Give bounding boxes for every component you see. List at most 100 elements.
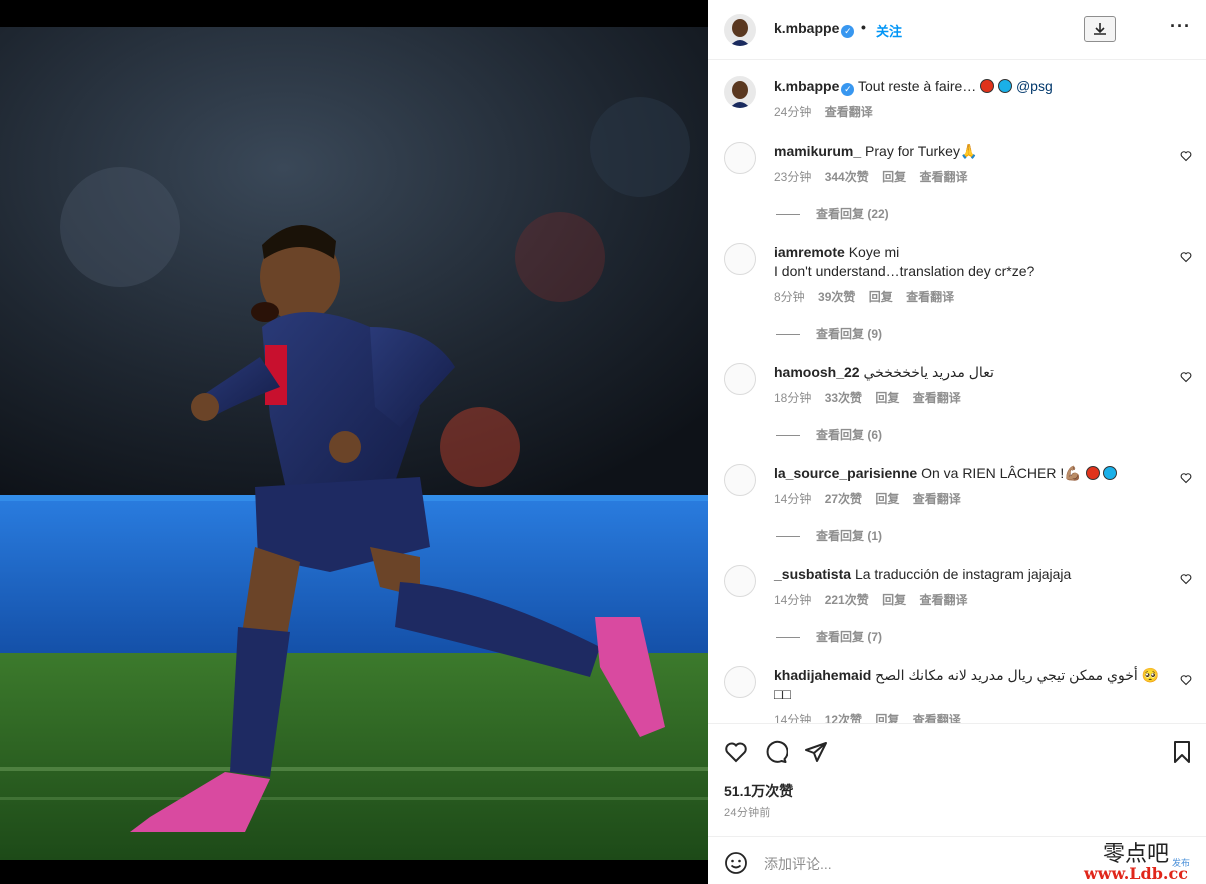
comment-username[interactable]: iamremote: [774, 244, 845, 260]
reply-link[interactable]: 回复: [882, 170, 906, 184]
emoji-smile-icon[interactable]: [724, 851, 748, 875]
download-button[interactable]: [1084, 16, 1116, 42]
comment-time: 18分钟: [774, 391, 812, 405]
comment-bubble-icon[interactable]: [764, 740, 788, 764]
comment-meta: 8分钟 39次赞 回复 查看翻译: [774, 288, 964, 305]
caption-translate-link[interactable]: 查看翻译: [825, 105, 873, 119]
translate-link[interactable]: 查看翻译: [919, 170, 967, 184]
comment-meta: 14分钟 12次赞 回复 查看翻译: [774, 711, 971, 723]
share-paper-plane-icon[interactable]: [804, 740, 828, 764]
translate-link[interactable]: 查看翻译: [913, 492, 961, 506]
replies-line: [776, 536, 800, 538]
caption-meta: 24分钟 查看翻译: [774, 103, 883, 120]
like-heart-icon[interactable]: [724, 740, 748, 764]
like-comment-heart-icon[interactable]: [1180, 150, 1192, 162]
comment-likes[interactable]: 27次赞: [825, 492, 862, 506]
mention-link[interactable]: @psg: [1016, 78, 1053, 94]
like-comment-heart-icon[interactable]: [1180, 674, 1192, 686]
replies-line: [776, 214, 800, 216]
post-time-ago: 24分钟前: [724, 807, 771, 819]
player-photo-illustration: [0, 27, 708, 860]
reply-link[interactable]: 回复: [875, 713, 899, 723]
comment-text: تعال مدريد ياخخخخخي: [863, 364, 994, 380]
translate-link[interactable]: 查看翻译: [913, 391, 961, 405]
post-actions-bar: 51.1万次赞 24分钟前: [708, 723, 1206, 836]
like-comment-heart-icon[interactable]: [1180, 371, 1192, 383]
reply-link[interactable]: 回复: [875, 391, 899, 405]
comment-item: hamoosh_22 تعال مدريد ياخخخخخي 18分钟 33次赞…: [724, 363, 1194, 443]
reply-link[interactable]: 回复: [869, 290, 893, 304]
comment-username[interactable]: khadijahemaid: [774, 667, 871, 683]
comment-text: أخوي ممكن تيجي ريال مدريد لانه مكانك الص…: [875, 667, 1160, 683]
comment-likes[interactable]: 221次赞: [825, 593, 869, 607]
comment-text-row: khadijahemaid أخوي ممكن تيجي ريال مدريد …: [774, 666, 1174, 704]
view-replies-button[interactable]: 查看回复 (7): [776, 628, 882, 645]
comment-text-row: mamikurum_ Pray for Turkey🙏: [774, 142, 1174, 161]
comment-item: _susbatista La traducción de instagram j…: [724, 565, 1194, 645]
caption-text-row: k.mbappe ✓ Tout reste à faire… @psg: [774, 78, 1174, 96]
comment-likes[interactable]: 39次赞: [818, 290, 855, 304]
post-media: [0, 0, 708, 884]
comment-meta: 14分钟 221次赞 回复 查看翻译: [774, 591, 977, 608]
translate-link[interactable]: 查看翻译: [906, 290, 954, 304]
like-comment-heart-icon[interactable]: [1180, 573, 1192, 585]
view-replies-button[interactable]: 查看回复 (22): [776, 205, 889, 222]
like-comment-heart-icon[interactable]: [1180, 472, 1192, 484]
comment-item: khadijahemaid أخوي ممكن تيجي ريال مدريد …: [724, 666, 1194, 723]
replies-line: [776, 435, 800, 437]
verified-badge-icon: ✓: [841, 83, 855, 96]
comment-username[interactable]: hamoosh_22: [774, 364, 860, 380]
comments-feed[interactable]: k.mbappe ✓ Tout reste à faire… @psg 24分钟 …: [708, 61, 1206, 723]
post-likes-count[interactable]: 51.1万次赞: [724, 781, 793, 801]
red-circle-icon: [1085, 466, 1100, 480]
commenter-avatar[interactable]: [724, 666, 756, 698]
like-comment-heart-icon[interactable]: [1180, 251, 1192, 263]
view-replies-button[interactable]: 查看回复 (9): [776, 325, 882, 342]
comment-input[interactable]: 添加评论...: [764, 854, 832, 874]
comment-username[interactable]: la_source_parisienne: [774, 465, 917, 481]
reply-link[interactable]: 回复: [875, 492, 899, 506]
bookmark-icon[interactable]: [1170, 740, 1194, 764]
caption-time: 24分钟: [774, 105, 812, 119]
separator-dot: •: [861, 19, 866, 35]
comment-item: mamikurum_ Pray for Turkey🙏 23分钟 344次赞 回…: [724, 142, 1194, 222]
comment-text-row: iamremote Koye mi I don't understand…tran…: [774, 243, 1174, 281]
commenter-avatar[interactable]: [724, 363, 756, 395]
translate-link[interactable]: 查看翻译: [919, 593, 967, 607]
commenter-avatar[interactable]: [724, 565, 756, 597]
commenter-avatar[interactable]: [724, 142, 756, 174]
comment-username[interactable]: mamikurum_: [774, 143, 861, 159]
view-replies-button[interactable]: 查看回复 (1): [776, 527, 882, 544]
comment-time: 14分钟: [774, 713, 812, 723]
translate-link[interactable]: 查看翻译: [913, 713, 961, 723]
comment-item: la_source_parisienne On va RIEN LÂCHER !…: [724, 464, 1194, 544]
caption-avatar[interactable]: [724, 76, 756, 108]
comment-item: iamremote Koye mi I don't understand…tran…: [724, 243, 1194, 343]
comment-time: 23分钟: [774, 170, 812, 184]
view-replies-button[interactable]: 查看回复 (6): [776, 426, 882, 443]
reply-link[interactable]: 回复: [882, 593, 906, 607]
caption-text: Tout reste à faire…: [858, 78, 977, 94]
commenter-avatar[interactable]: [724, 464, 756, 496]
commenter-avatar[interactable]: [724, 243, 756, 275]
comment-text: La traducción de instagram jajajaja: [854, 566, 1072, 582]
blue-circle-icon: [1103, 466, 1118, 480]
comment-likes[interactable]: 33次赞: [825, 391, 862, 405]
follow-button[interactable]: 关注: [876, 21, 902, 40]
author-username[interactable]: k.mbappe ✓: [774, 20, 855, 38]
caption-username[interactable]: k.mbappe: [774, 78, 839, 94]
comment-likes[interactable]: 12次赞: [825, 713, 862, 723]
comment-time: 14分钟: [774, 492, 812, 506]
post-photo[interactable]: [0, 27, 708, 860]
comment-text-row: hamoosh_22 تعال مدريد ياخخخخخي: [774, 363, 1174, 382]
post-header: k.mbappe ✓ • 关注 ···: [708, 0, 1206, 60]
download-icon: [1094, 23, 1106, 35]
comment-meta: 18分钟 33次赞 回复 查看翻译: [774, 389, 971, 406]
more-options-icon[interactable]: ···: [1170, 16, 1191, 37]
comment-time: 14分钟: [774, 593, 812, 607]
comment-text: Pray for Turkey🙏: [865, 143, 978, 159]
author-avatar[interactable]: [724, 14, 756, 46]
replies-line: [776, 334, 800, 336]
comment-username[interactable]: _susbatista: [774, 566, 851, 582]
comment-likes[interactable]: 344次赞: [825, 170, 869, 184]
